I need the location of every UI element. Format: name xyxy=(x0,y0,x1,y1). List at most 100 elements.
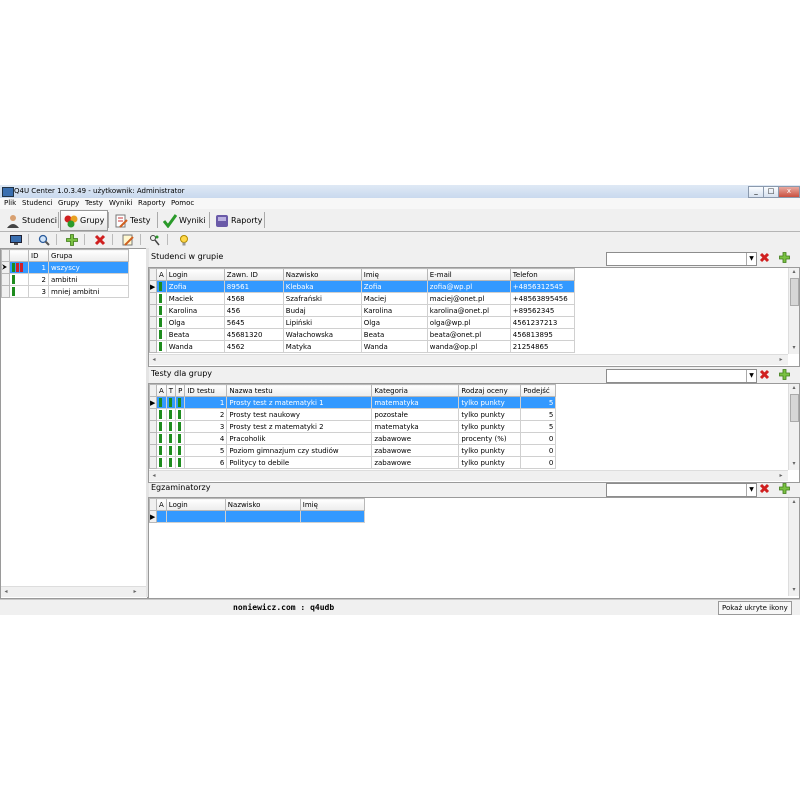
add-test-button[interactable] xyxy=(778,368,791,381)
table-row[interactable]: Maciek 4568 Szafrański Maciej maciej@onet.pl… xyxy=(149,292,575,305)
column-header-podejsc[interactable]: Podejść xyxy=(520,384,557,397)
chevron-down-icon[interactable]: ▼ xyxy=(746,370,756,382)
cell-podejsc[interactable]: 0 xyxy=(520,444,557,457)
tab-raporty[interactable]: Raporty xyxy=(211,210,266,231)
cell-nazwisko[interactable]: Szafrański xyxy=(282,292,362,305)
table-row[interactable]: 3 mniej ambitni xyxy=(1,285,129,298)
table-row[interactable]: Wanda 4562 Matyka Wanda wanda@op.pl 21254865 xyxy=(149,340,575,353)
flag-cell-a[interactable] xyxy=(156,444,167,457)
vertical-scrollbar[interactable]: ▴ ▾ xyxy=(788,268,799,354)
cell-nazwisko[interactable]: Lipiński xyxy=(282,316,362,329)
cell-telefon[interactable]: +89562345 xyxy=(509,304,575,317)
active-flag-cell[interactable] xyxy=(156,316,167,329)
cell-podejsc[interactable]: 5 xyxy=(520,420,557,433)
title-bar[interactable]: Q4U Center 1.0.3.49 - użytkownik: Admini… xyxy=(0,185,800,198)
scroll-down-arrow[interactable]: ▾ xyxy=(790,344,798,352)
table-row[interactable]: Karolina 456 Budaj Karolina karolina@onet.pl… xyxy=(149,304,575,317)
cell-rodzaj-oceny[interactable]: tylko punkty xyxy=(458,420,522,433)
flag-cell-p[interactable] xyxy=(175,420,186,433)
scroll-up-arrow[interactable]: ▴ xyxy=(790,498,798,506)
cell-zawn-id[interactable]: 5645 xyxy=(223,316,284,329)
cell-email[interactable]: olga@wp.pl xyxy=(426,316,511,329)
cell-kategoria[interactable]: pozostałe xyxy=(371,408,460,421)
cell-rodzaj-oceny[interactable]: tylko punkty xyxy=(458,456,522,469)
scroll-thumb[interactable] xyxy=(790,278,799,306)
flag-cell-p[interactable] xyxy=(175,396,186,409)
cell-a[interactable] xyxy=(156,510,167,523)
delete-icon[interactable] xyxy=(93,233,107,246)
menu-raporty[interactable]: Raporty xyxy=(138,199,166,207)
tab-grupy[interactable]: Grupy xyxy=(60,210,109,231)
column-header-nazwisko[interactable]: Nazwisko xyxy=(282,268,362,281)
column-header-a[interactable]: A xyxy=(156,384,167,397)
scroll-down-arrow[interactable]: ▾ xyxy=(790,586,798,594)
cell-nazwa-testu[interactable]: Poziom gimnazjum czy studiów xyxy=(226,444,373,457)
table-row[interactable]: ▶ 1 Prosty test z matematyki 1 matematyka ty… xyxy=(149,396,557,409)
cell-nazwisko[interactable]: Wałachowska xyxy=(282,328,362,341)
cell-id-testu[interactable]: 2 xyxy=(184,408,228,421)
table-row[interactable]: Olga 5645 Lipiński Olga olga@wp.pl 4561237213 xyxy=(149,316,575,329)
table-row[interactable]: 4 Pracoholik zabawowe procenty (%) 0 xyxy=(149,432,557,445)
cell-email[interactable]: karolina@onet.pl xyxy=(426,304,511,317)
cell-kategoria[interactable]: matematyka xyxy=(371,420,460,433)
column-header-nazwisko[interactable]: Nazwisko xyxy=(224,498,301,511)
cell-telefon[interactable]: 456813895 xyxy=(509,328,575,341)
group-id[interactable]: 1 xyxy=(28,261,49,274)
cell-imie[interactable]: Wanda xyxy=(360,340,428,353)
chevron-down-icon[interactable]: ▼ xyxy=(746,484,756,496)
chevron-down-icon[interactable]: ▼ xyxy=(746,253,756,265)
cell-login[interactable]: Maciek xyxy=(165,292,225,305)
tab-testy[interactable]: Testy xyxy=(110,210,155,231)
cell-id-testu[interactable]: 1 xyxy=(184,396,228,409)
remove-test-button[interactable] xyxy=(758,368,771,381)
menu-grupy[interactable]: Grupy xyxy=(58,199,79,207)
menu-testy[interactable]: Testy xyxy=(85,199,103,207)
group-name[interactable]: wszyscy xyxy=(48,261,129,274)
active-flag-cell[interactable] xyxy=(156,340,167,353)
cell-zawn-id[interactable]: 4568 xyxy=(223,292,284,305)
cell-login[interactable]: Zofia xyxy=(165,280,225,293)
table-row[interactable]: 2 Prosty test naukowy pozostałe tylko punkt… xyxy=(149,408,557,421)
table-row[interactable]: ▶ xyxy=(149,510,365,523)
scroll-right-arrow[interactable]: ▸ xyxy=(777,472,785,480)
table-row[interactable]: Beata 45681320 Wałachowska Beata beata@onet.… xyxy=(149,328,575,341)
examiners-filter-combo[interactable]: ▼ xyxy=(606,483,757,497)
scroll-thumb[interactable] xyxy=(790,394,799,422)
remove-student-button[interactable] xyxy=(758,251,771,264)
cell-podejsc[interactable]: 5 xyxy=(520,396,557,409)
cell-id-testu[interactable]: 3 xyxy=(184,420,228,433)
flag-cell-t[interactable] xyxy=(165,420,177,433)
scroll-right-arrow[interactable]: ▸ xyxy=(131,588,139,596)
group-name[interactable]: mniej ambitni xyxy=(48,285,129,298)
column-header-a[interactable]: A xyxy=(156,498,167,511)
table-row[interactable]: 2 ambitni xyxy=(1,273,129,286)
column-header-imie[interactable]: Imię xyxy=(360,268,428,281)
horizontal-scrollbar[interactable]: ◂ ▸ xyxy=(149,470,788,481)
cell-kategoria[interactable]: zabawowe xyxy=(371,444,460,457)
column-header-login[interactable]: Login xyxy=(165,498,226,511)
flag-cell-t[interactable] xyxy=(165,408,177,421)
close-button[interactable]: x xyxy=(778,186,800,198)
students-filter-combo[interactable]: ▼ xyxy=(606,252,757,266)
cell-podejsc[interactable]: 0 xyxy=(520,456,557,469)
cell-nazwa-testu[interactable]: Pracoholik xyxy=(226,432,373,445)
column-header-p[interactable]: P xyxy=(175,384,186,397)
flag-cell-t[interactable] xyxy=(165,396,177,409)
cell-nazwa-testu[interactable]: Prosty test naukowy xyxy=(226,408,373,421)
cell-id-testu[interactable]: 4 xyxy=(184,432,228,445)
flag-cell-a[interactable] xyxy=(156,420,167,433)
cell-podejsc[interactable]: 0 xyxy=(520,432,557,445)
flag-cell-p[interactable] xyxy=(175,456,186,469)
show-hidden-icons-button[interactable]: Pokaż ukryte ikony xyxy=(718,601,792,615)
active-flag-cell[interactable] xyxy=(156,280,167,293)
cell-nazwa-testu[interactable]: Politycy to debile xyxy=(226,456,373,469)
cell-nazwa-testu[interactable]: Prosty test z matematyki 1 xyxy=(226,396,373,409)
cell-login[interactable] xyxy=(165,510,226,523)
add-student-button[interactable] xyxy=(778,251,791,264)
edit-icon[interactable] xyxy=(121,233,135,246)
flag-cell-p[interactable] xyxy=(175,444,186,457)
cell-rodzaj-oceny[interactable]: tylko punkty xyxy=(458,396,522,409)
column-header-rodzaj-oceny[interactable]: Rodzaj oceny xyxy=(458,384,522,397)
cell-nazwisko[interactable] xyxy=(224,510,301,523)
menu-studenci[interactable]: Studenci xyxy=(22,199,53,207)
